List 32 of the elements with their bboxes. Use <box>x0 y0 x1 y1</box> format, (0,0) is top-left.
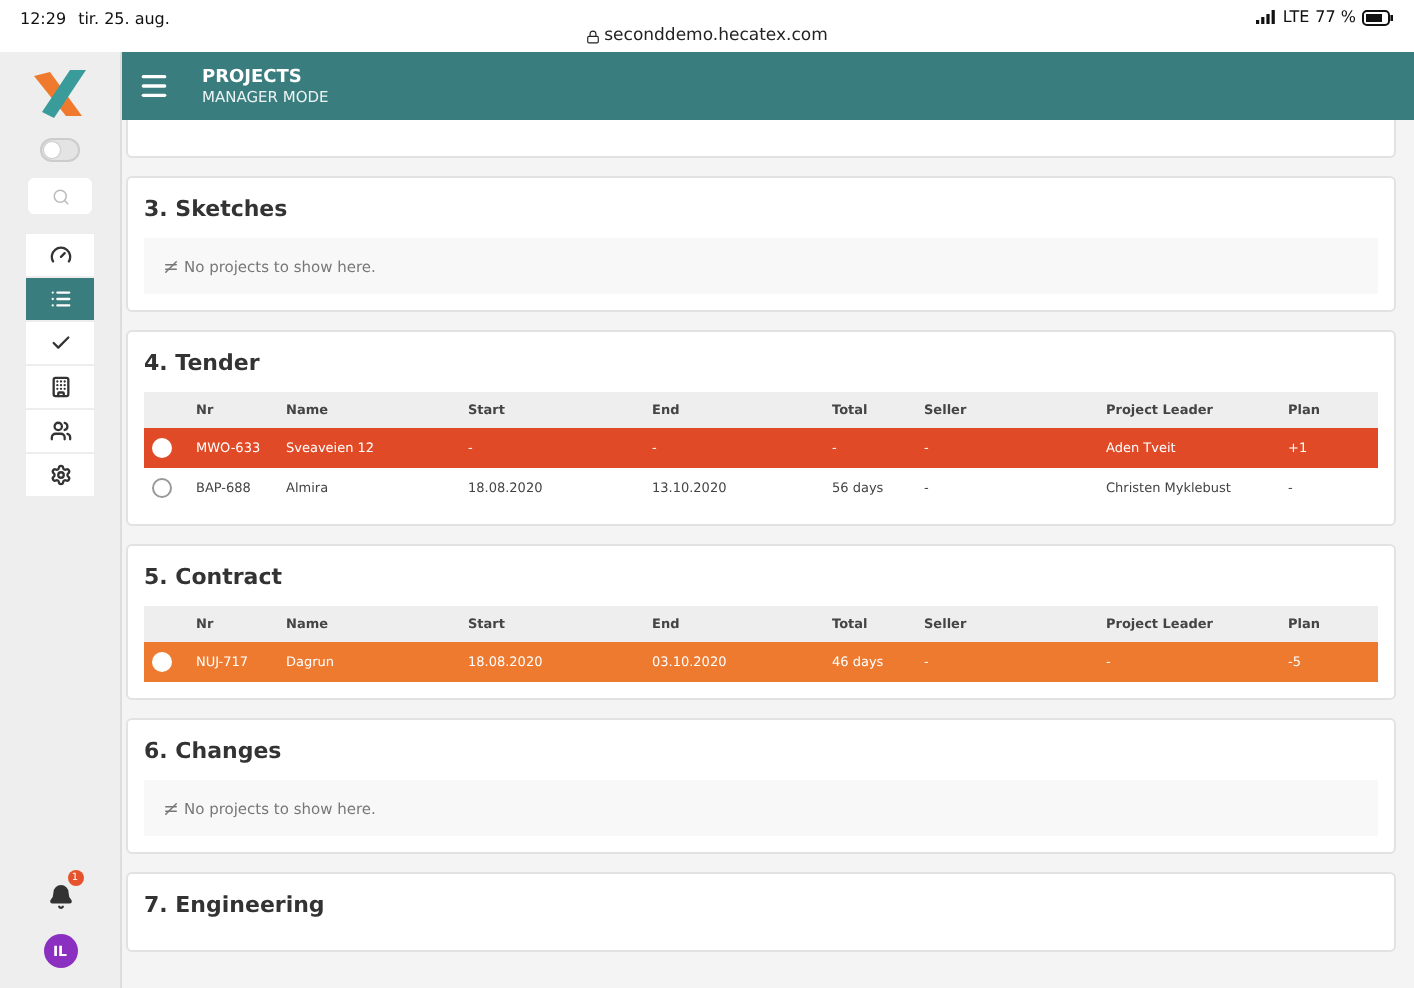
search-icon <box>51 187 69 205</box>
network-label: LTE <box>1282 8 1310 26</box>
lock-icon <box>586 29 601 43</box>
page-title: PROJECTS <box>202 67 304 87</box>
not-equal-icon <box>162 257 180 275</box>
menu-icon[interactable] <box>138 70 170 102</box>
not-equal-icon <box>162 799 180 817</box>
list-icon <box>49 288 71 310</box>
nav-item[interactable] <box>26 234 94 276</box>
battery-icon <box>1362 9 1394 25</box>
section-title: 6. Changes <box>144 738 284 764</box>
nav-item[interactable] <box>26 454 94 496</box>
gauge-icon <box>49 244 71 266</box>
users-icon <box>49 420 71 442</box>
settings-icon <box>49 464 71 486</box>
nav-item[interactable] <box>26 366 94 408</box>
bell-icon[interactable] <box>47 884 73 910</box>
section-title: 5. Contract <box>144 564 285 590</box>
battery-percent: 77 % <box>1315 8 1356 26</box>
mode-toggle[interactable] <box>40 138 80 162</box>
section-title: 3. Sketches <box>144 196 290 222</box>
building-icon <box>49 376 71 398</box>
row-radio[interactable] <box>152 478 172 498</box>
section-title: 4. Tender <box>144 350 262 376</box>
url-text[interactable]: seconddemo.hecatex.com <box>604 26 828 46</box>
signal-icon <box>1256 10 1277 24</box>
clock-time: 12:29 <box>20 10 67 28</box>
nav-item[interactable] <box>26 410 94 452</box>
checkmark-icon <box>49 332 71 354</box>
date-text: tir. 25. aug. <box>78 10 170 28</box>
logo-icon <box>30 64 90 124</box>
section-title: 7. Engineering <box>144 892 327 918</box>
